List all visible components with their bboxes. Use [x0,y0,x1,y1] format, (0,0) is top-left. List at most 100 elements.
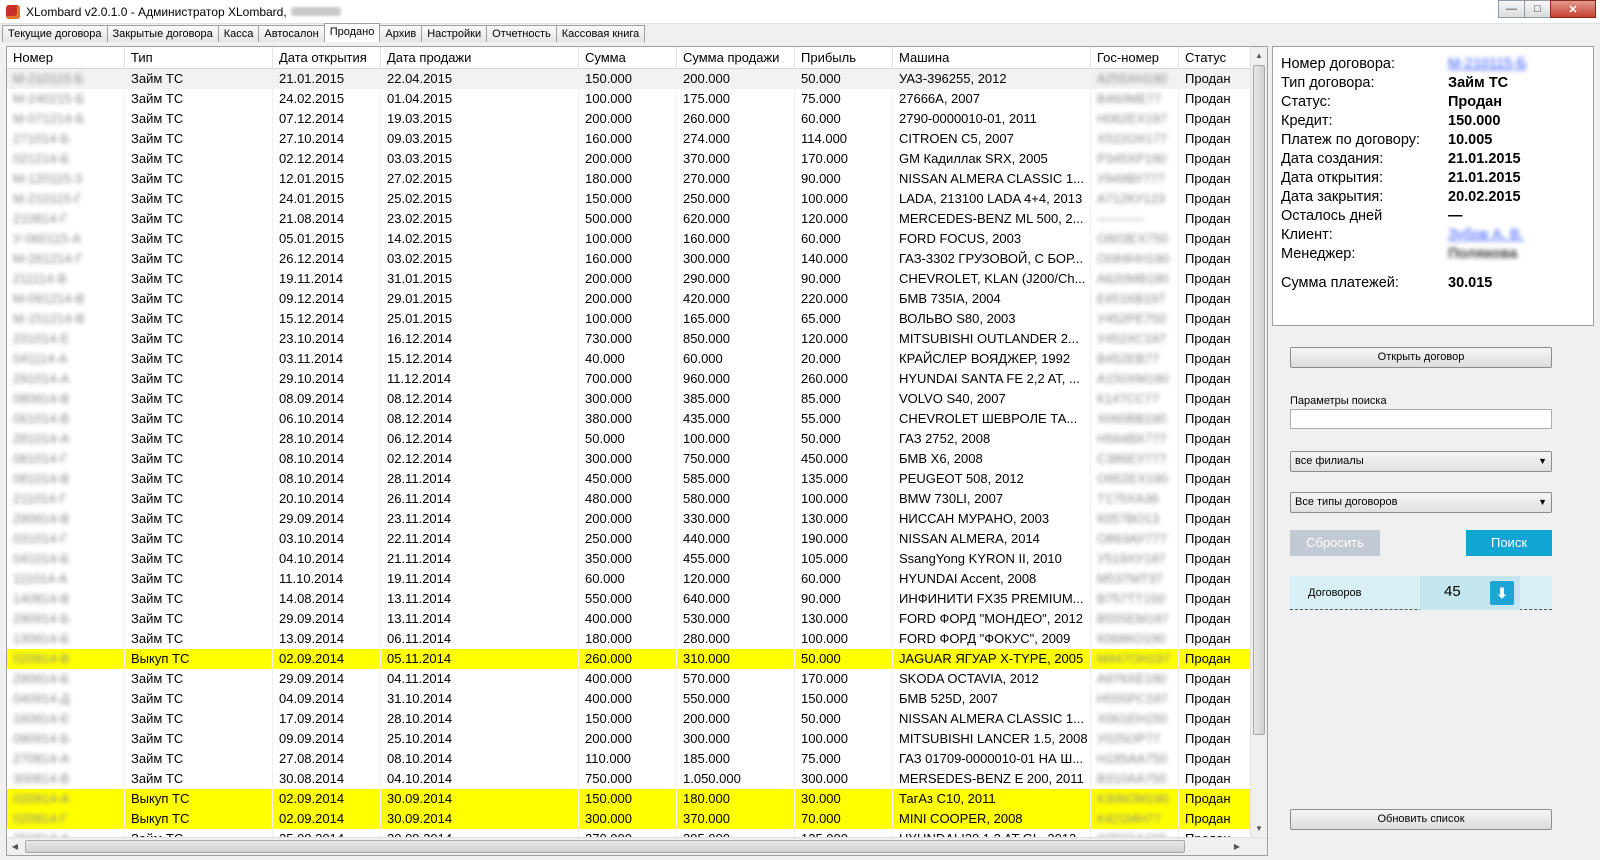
table-row[interactable]: М-210115-Б Займ ТС 21.01.2015 22.04.2015 150… [7,69,1267,89]
table-row[interactable]: 290914-Б Займ ТС 29.09.2014 13.11.2014 400.0… [7,609,1267,629]
table-row[interactable]: 130914-Б Займ ТС 13.09.2014 06.11.2014 180.0… [7,629,1267,649]
table-cell-box: NISSAN ALMERA CLASSIC 1... [893,169,1091,189]
horizontal-scroll-thumb[interactable] [25,840,1185,853]
table-cell: MERSEDES-BENZ E 200, 2011 [899,771,1084,786]
table-row[interactable]: 210814-Г Займ ТС 21.08.2014 23.02.2015 500.0… [7,209,1267,229]
scroll-left-arrow-icon[interactable]: ◀ [7,838,23,855]
table-cell: 15.12.2014 [279,311,345,326]
table-cell: Займ ТС [131,551,184,566]
open-contract-button[interactable]: Открыть договор [1290,347,1552,368]
table-row[interactable]: 021214-Б Займ ТС 02.12.2014 03.03.2015 200.0… [7,149,1267,169]
minimize-button[interactable]: — [1498,0,1525,18]
detail-label: Менеджер: [1281,246,1356,262]
scroll-right-arrow-icon[interactable]: ▶ [1229,838,1245,855]
search-input[interactable] [1290,409,1552,429]
table-cell: 29.10.2014 [279,371,345,386]
refresh-list-button[interactable]: Обновить список [1290,809,1552,830]
tab-8[interactable]: Кассовая книга [555,25,646,42]
table-row[interactable]: М-071214-Б Займ ТС 07.12.2014 19.03.2015 200… [7,109,1267,129]
contract-number-link[interactable]: М-210115-Б [1448,55,1527,74]
table-cell-box: У452РЕ750 [1091,309,1179,329]
table-row[interactable]: М-091214-В Займ ТС 09.12.2014 29.01.2015 200… [7,289,1267,309]
table-row[interactable]: У-060115-А Займ ТС 05.01.2015 14.02.2015 100… [7,229,1267,249]
column-header[interactable]: Прибыль [795,47,893,69]
close-button[interactable]: ✕ [1550,0,1596,18]
table-cell: 400.000 [585,671,632,686]
table-cell-box: 260.000 [795,369,893,389]
table-row[interactable]: М-151214-В Займ ТС 15.12.2014 25.01.2015 100… [7,309,1267,329]
table-row[interactable]: 140814-В Займ ТС 14.08.2014 13.11.2014 550.0… [7,589,1267,609]
tab-0[interactable]: Текущие договора [2,25,108,42]
tab-5[interactable]: Архив [379,25,423,42]
tab-7[interactable]: Отчетность [486,25,557,42]
table-row[interactable]: 090914-Б Займ ТС 09.09.2014 25.10.2014 200.0… [7,729,1267,749]
table-row[interactable]: 041114-А Займ ТС 03.11.2014 15.12.2014 40.00… [7,349,1267,369]
column-header[interactable]: Тип [125,47,273,69]
table-row[interactable]: М-240215-Б Займ ТС 24.02.2015 01.04.2015 100… [7,89,1267,109]
scroll-down-arrow-icon[interactable]: ▼ [1251,820,1267,837]
table-cell-box: 385.000 [677,389,795,409]
table-row[interactable]: М-120115-3 Займ ТС 12.01.2015 27.02.2015 180… [7,169,1267,189]
column-header[interactable]: Дата открытия [273,47,381,69]
table-row[interactable]: 020914-Г Выкуп ТС 02.09.2014 30.09.2014 300.… [7,809,1267,829]
column-header[interactable]: Машина [893,47,1091,69]
tab-6[interactable]: Настройки [421,25,488,42]
table-cell-box: 100.000 [579,229,677,249]
table-row[interactable]: 020914-А Выкуп ТС 02.09.2014 30.09.2014 150.… [7,789,1267,809]
table-cell-box: 11.10.2014 [273,569,381,589]
table-row[interactable]: 061014-В Займ ТС 06.10.2014 08.12.2014 380.0… [7,409,1267,429]
reset-button[interactable]: Сбросить [1290,530,1380,556]
column-header[interactable]: Дата продажи [381,47,579,69]
tab-1[interactable]: Закрытые договора [106,25,219,42]
client-link[interactable]: Зубов А. В. [1448,226,1524,245]
column-header[interactable]: Сумма продажи [677,47,795,69]
tab-3[interactable]: Автосалон [258,25,325,42]
vertical-scroll-thumb[interactable] [1253,65,1265,735]
column-header[interactable]: Номер [7,47,125,69]
table-row[interactable]: 211114-В Займ ТС 19.11.2014 31.01.2015 200.0… [7,269,1267,289]
maximize-button[interactable]: □ [1524,0,1551,18]
tab-4[interactable]: Продано [323,23,381,42]
table-cell-box: 180.000 [579,169,677,189]
table-row[interactable]: М-210115-Г Займ ТС 24.01.2015 25.02.2015 150… [7,189,1267,209]
tab-2[interactable]: Касса [217,25,260,42]
table-cell-box: 22.11.2014 [381,529,579,549]
table-cell-box: 09.12.2014 [273,289,381,309]
table-row[interactable]: 290914-Б Займ ТС 29.09.2014 04.11.2014 400.0… [7,669,1267,689]
scroll-up-arrow-icon[interactable]: ▲ [1251,47,1267,64]
table-cell-box: 700.000 [579,369,677,389]
table-cell: Р345ХР190 [1097,151,1167,166]
branch-select[interactable]: все филиалы ▼ [1290,451,1552,472]
horizontal-scrollbar[interactable]: ◀ ▶ [7,837,1267,855]
search-button[interactable]: Поиск [1466,530,1552,556]
column-header[interactable]: Сумма [579,47,677,69]
table-row[interactable]: М-261214-Г Займ ТС 26.12.2014 03.02.2015 160… [7,249,1267,269]
table-row[interactable]: 041014-Б Займ ТС 04.10.2014 21.11.2014 350.0… [7,549,1267,569]
table-row[interactable]: 160914-Е Займ ТС 17.09.2014 28.10.2014 150.0… [7,709,1267,729]
table-row[interactable]: 081014-Г Займ ТС 08.10.2014 02.12.2014 300.0… [7,449,1267,469]
table-row[interactable]: 291014-А Займ ТС 29.10.2014 11.12.2014 700.0… [7,369,1267,389]
table-row[interactable]: 270814-А Займ ТС 27.08.2014 08.10.2014 110.0… [7,749,1267,769]
table-row[interactable]: 211014-Г Займ ТС 20.10.2014 26.11.2014 480.0… [7,489,1267,509]
table-row[interactable]: 271014-Б Займ ТС 27.10.2014 09.03.2015 160.0… [7,129,1267,149]
table-row[interactable]: 290914-В Займ ТС 29.09.2014 23.11.2014 200.0… [7,509,1267,529]
table-row[interactable]: 281014-А Займ ТС 28.10.2014 06.12.2014 50.00… [7,429,1267,449]
table-row[interactable]: 081014-В Займ ТС 08.10.2014 28.11.2014 450.0… [7,469,1267,489]
table-row[interactable]: 111014-А Займ ТС 11.10.2014 19.11.2014 60.00… [7,569,1267,589]
table-row[interactable]: 231014-Е Займ ТС 23.10.2014 16.12.2014 730.0… [7,329,1267,349]
table-cell-box: О803ЕХ750 [1091,229,1179,249]
table-cell: 05.11.2014 [387,651,452,666]
table-cell: 150.000 [585,191,632,206]
table-row[interactable]: 031014-Г Займ ТС 03.10.2014 22.11.2014 250.0… [7,529,1267,549]
table-row[interactable]: 020914-В Выкуп ТС 02.09.2014 05.11.2014 260.… [7,649,1267,669]
download-icon[interactable]: ⬇ [1490,581,1514,605]
contract-type-select[interactable]: Все типы договоров ▼ [1290,492,1552,513]
table-row[interactable]: 040914-Д Займ ТС 04.09.2014 31.10.2014 400.0… [7,689,1267,709]
chevron-down-icon: ▼ [1538,456,1547,466]
table-row[interactable]: 080914-В Займ ТС 08.09.2014 08.12.2014 300.0… [7,389,1267,409]
table-row[interactable]: 300814-В Займ ТС 30.08.2014 04.10.2014 750.0… [7,769,1267,789]
table-cell: О084НН190 [1097,251,1170,266]
table-cell-box: Займ ТС [125,249,273,269]
column-header[interactable]: Гос-номер [1091,47,1179,69]
vertical-scrollbar[interactable]: ▲ ▼ [1250,47,1267,837]
